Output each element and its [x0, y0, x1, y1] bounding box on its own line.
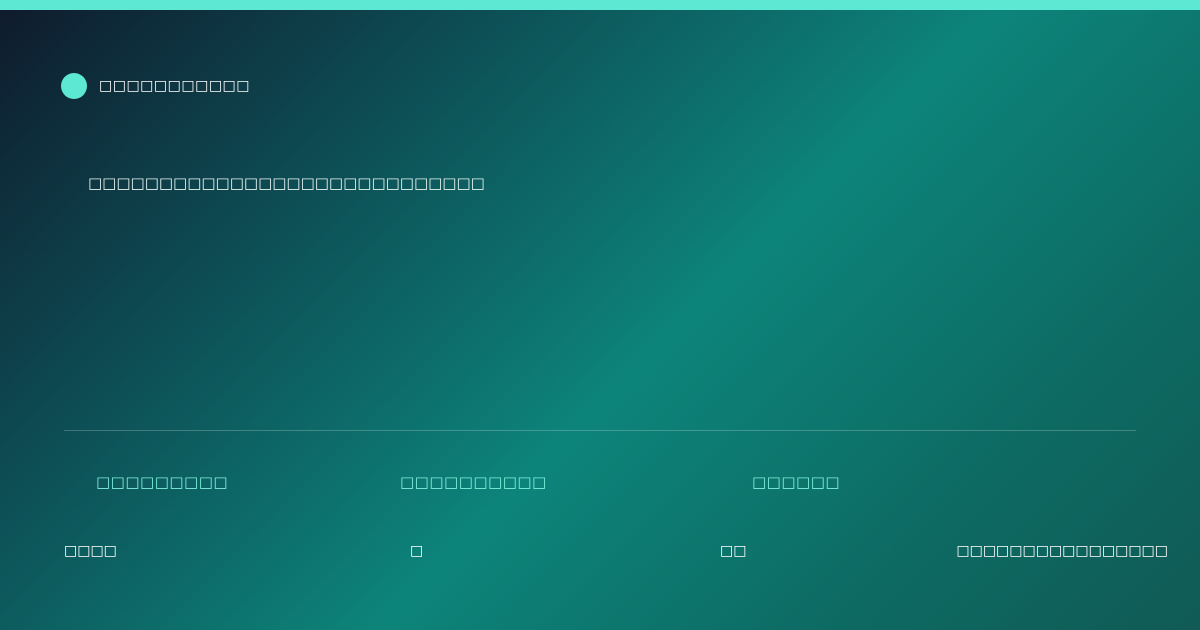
brand-name: □□□□□□□□□□□ [99, 78, 251, 94]
stat-label-2: □□□□□□□□□□ [400, 473, 547, 491]
stat-value-2: □ [410, 543, 424, 559]
stat-value-1: □□□□ [64, 543, 117, 559]
stat-value-3: □□ [720, 543, 747, 559]
stat-value-4: □□□□□□□□□□□□□□□□ [956, 543, 1168, 559]
stat-label-1: □□□□□□□□□ [96, 473, 229, 491]
top-accent-bar [0, 0, 1200, 10]
stat-label-3: □□□□□□ [752, 473, 841, 491]
divider [64, 430, 1136, 431]
circle-logo-icon [61, 73, 87, 99]
headline-text: □□□□□□□□□□□□□□□□□□□□□□□□□□□□ [88, 174, 485, 192]
brand: □□□□□□□□□□□ [61, 73, 250, 99]
